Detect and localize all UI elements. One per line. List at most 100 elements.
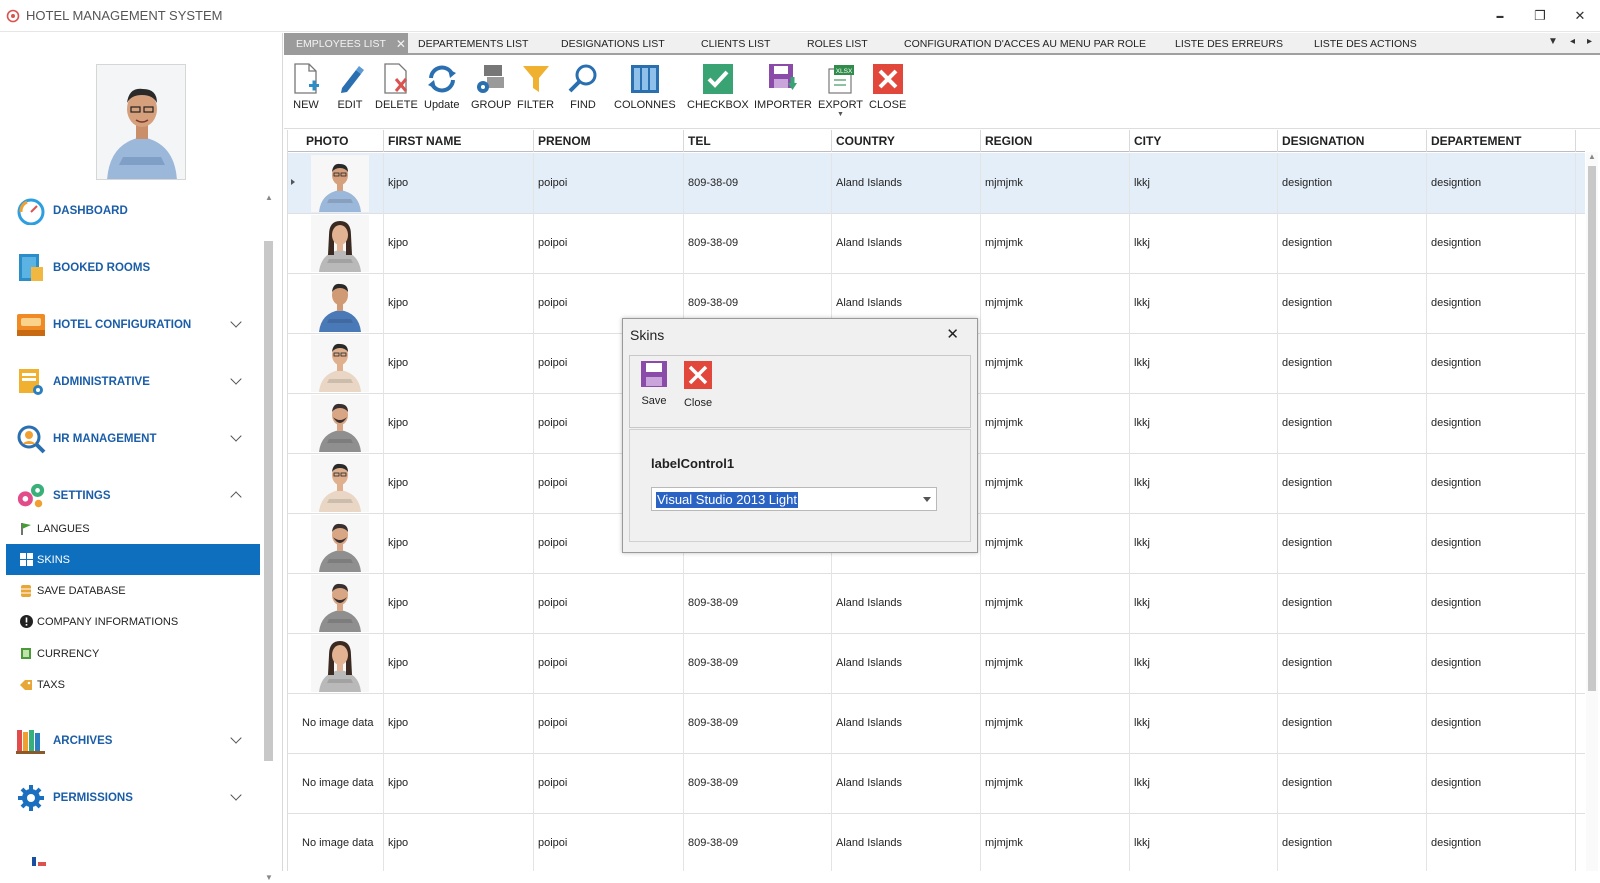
cell-region[interactable]: mjmjmk (981, 753, 1130, 813)
export-button[interactable]: XLSX EXPORT ▼ (818, 61, 863, 125)
cell-city[interactable]: lkkj (1130, 333, 1278, 393)
photo-cell[interactable] (302, 333, 384, 393)
cell-first[interactable]: kjpo (384, 633, 534, 693)
column-header-photo[interactable]: PHOTO (302, 130, 384, 152)
cell-departement[interactable]: designtion (1427, 333, 1576, 393)
menu-booked-rooms[interactable]: BOOKED ROOMS (0, 248, 262, 288)
table-row[interactable]: kjpopoipoi809-38-09Aland Islandsmjmjmklk… (288, 213, 1585, 274)
cell-country[interactable]: Aland Islands (832, 693, 981, 753)
tab-departements-list[interactable]: DEPARTEMENTS LIST (418, 33, 528, 55)
photo-cell[interactable]: No image data (302, 753, 384, 813)
photo-cell[interactable]: No image data (302, 813, 384, 871)
new-button[interactable]: NEW (290, 61, 322, 125)
import-button[interactable]: IMPORTER (754, 61, 812, 125)
cell-city[interactable]: lkkj (1130, 393, 1278, 453)
cell-first[interactable]: kjpo (384, 213, 534, 273)
cell-country[interactable]: Aland Islands (832, 153, 981, 213)
cell-city[interactable]: lkkj (1130, 693, 1278, 753)
menu-hotel-configuration[interactable]: HOTEL CONFIGURATION (0, 305, 262, 345)
menu-hr-management[interactable]: HR MANAGEMENT (0, 419, 262, 459)
photo-cell[interactable] (302, 153, 384, 213)
cell-city[interactable]: lkkj (1130, 753, 1278, 813)
sidebar-item-company-informations[interactable]: COMPANY INFORMATIONS (6, 606, 260, 637)
column-header-region[interactable]: REGION (981, 130, 1130, 152)
tab-clients-list[interactable]: CLIENTS LIST (701, 33, 770, 55)
delete-button[interactable]: DELETE (375, 61, 418, 125)
tab-scroll-left-icon[interactable]: ◂ (1570, 36, 1575, 47)
cell-designation[interactable]: designtion (1278, 813, 1427, 871)
cell-first[interactable]: kjpo (384, 333, 534, 393)
cell-prenom[interactable]: poipoi (534, 153, 684, 213)
cell-tel[interactable]: 809-38-09 (684, 813, 832, 871)
tab-roles-list[interactable]: ROLES LIST (807, 33, 868, 55)
cell-region[interactable]: mjmjmk (981, 273, 1130, 333)
photo-cell[interactable] (302, 393, 384, 453)
photo-cell[interactable] (302, 573, 384, 633)
cell-city[interactable]: lkkj (1130, 273, 1278, 333)
chevron-down-icon[interactable] (230, 373, 242, 385)
table-row[interactable]: No image data kjpo poipoi 809-38-09 Aland Is… (288, 813, 1585, 871)
cell-tel[interactable]: 809-38-09 (684, 573, 832, 633)
filter-button[interactable]: FILTER (517, 61, 554, 125)
cell-prenom[interactable]: poipoi (534, 693, 684, 753)
column-header-city[interactable]: CITY (1130, 130, 1278, 152)
cell-designation[interactable]: designtion (1278, 453, 1427, 513)
cell-city[interactable]: lkkj (1130, 453, 1278, 513)
scroll-up-icon[interactable]: ▲ (1588, 152, 1596, 161)
column-header-designation[interactable]: DESIGNATION (1278, 130, 1427, 152)
cell-first[interactable]: kjpo (384, 573, 534, 633)
sidebar-item-taxs[interactable]: TAXS (6, 669, 260, 700)
cell-country[interactable]: Aland Islands (832, 213, 981, 273)
cell-tel[interactable]: 809-38-09 (684, 213, 832, 273)
cell-tel[interactable]: 809-38-09 (684, 753, 832, 813)
menu-permissions[interactable]: PERMISSIONS (0, 778, 262, 818)
cell-region[interactable]: mjmjmk (981, 513, 1130, 573)
column-header-tel[interactable]: TEL (684, 130, 832, 152)
skin-select[interactable]: Visual Studio 2013 Light (651, 487, 937, 511)
cell-departement[interactable]: designtion (1427, 693, 1576, 753)
cell-prenom[interactable]: poipoi (534, 213, 684, 273)
cell-first[interactable]: kjpo (384, 813, 534, 871)
cell-region[interactable]: mjmjmk (981, 693, 1130, 753)
menu-administrative[interactable]: ADMINISTRATIVE (0, 362, 262, 402)
sidebar-scrollbar[interactable]: ▲ ▼ (263, 193, 275, 883)
tab-liste-des-actions[interactable]: LISTE DES ACTIONS (1314, 33, 1417, 55)
cell-first[interactable]: kjpo (384, 753, 534, 813)
cell-designation[interactable]: designtion (1278, 573, 1427, 633)
cell-region[interactable]: mjmjmk (981, 453, 1130, 513)
table-row[interactable]: kjpopoipoi809-38-09Aland Islandsmjmjmklk… (288, 153, 1585, 214)
dropdown-arrow-icon[interactable]: ▼ (837, 111, 844, 118)
sidebar-item-currency[interactable]: CURRENCY (6, 638, 260, 669)
photo-cell[interactable] (302, 453, 384, 513)
update-button[interactable]: Update (424, 61, 459, 125)
checkbox-button[interactable]: CHECKBOX (687, 61, 749, 125)
photo-cell[interactable] (302, 213, 384, 273)
minimize-button[interactable]: ▬ (1480, 0, 1520, 32)
cell-first[interactable]: kjpo (384, 153, 534, 213)
chevron-down-icon[interactable] (230, 789, 242, 801)
cell-prenom[interactable]: poipoi (534, 633, 684, 693)
cell-country[interactable]: Aland Islands (832, 753, 981, 813)
cell-country[interactable]: Aland Islands (832, 633, 981, 693)
cell-departement[interactable]: designtion (1427, 453, 1576, 513)
cell-departement[interactable]: designtion (1427, 633, 1576, 693)
chevron-down-icon[interactable] (230, 732, 242, 744)
cell-region[interactable]: mjmjmk (981, 573, 1130, 633)
cell-designation[interactable]: designtion (1278, 273, 1427, 333)
cell-first[interactable]: kjpo (384, 453, 534, 513)
cell-designation[interactable]: designtion (1278, 693, 1427, 753)
tab-scroll-right-icon[interactable]: ▸ (1587, 36, 1592, 47)
menu-settings[interactable]: SETTINGS (0, 476, 262, 516)
sidebar-item-skins[interactable]: SKINS (6, 544, 260, 575)
table-row[interactable]: No image data kjpo poipoi 809-38-09 Aland Is… (288, 693, 1585, 754)
cell-designation[interactable]: designtion (1278, 633, 1427, 693)
column-header-first-name[interactable]: FIRST NAME (384, 130, 534, 152)
cell-region[interactable]: mjmjmk (981, 153, 1130, 213)
sidebar-item-save-database[interactable]: SAVE DATABASE (6, 575, 260, 606)
table-row[interactable]: kjpopoipoi809-38-09Aland Islandsmjmjmklk… (288, 573, 1585, 634)
cell-region[interactable]: mjmjmk (981, 333, 1130, 393)
cell-city[interactable]: lkkj (1130, 813, 1278, 871)
cell-city[interactable]: lkkj (1130, 633, 1278, 693)
cell-country[interactable]: Aland Islands (832, 573, 981, 633)
chevron-up-icon[interactable] (230, 491, 242, 503)
